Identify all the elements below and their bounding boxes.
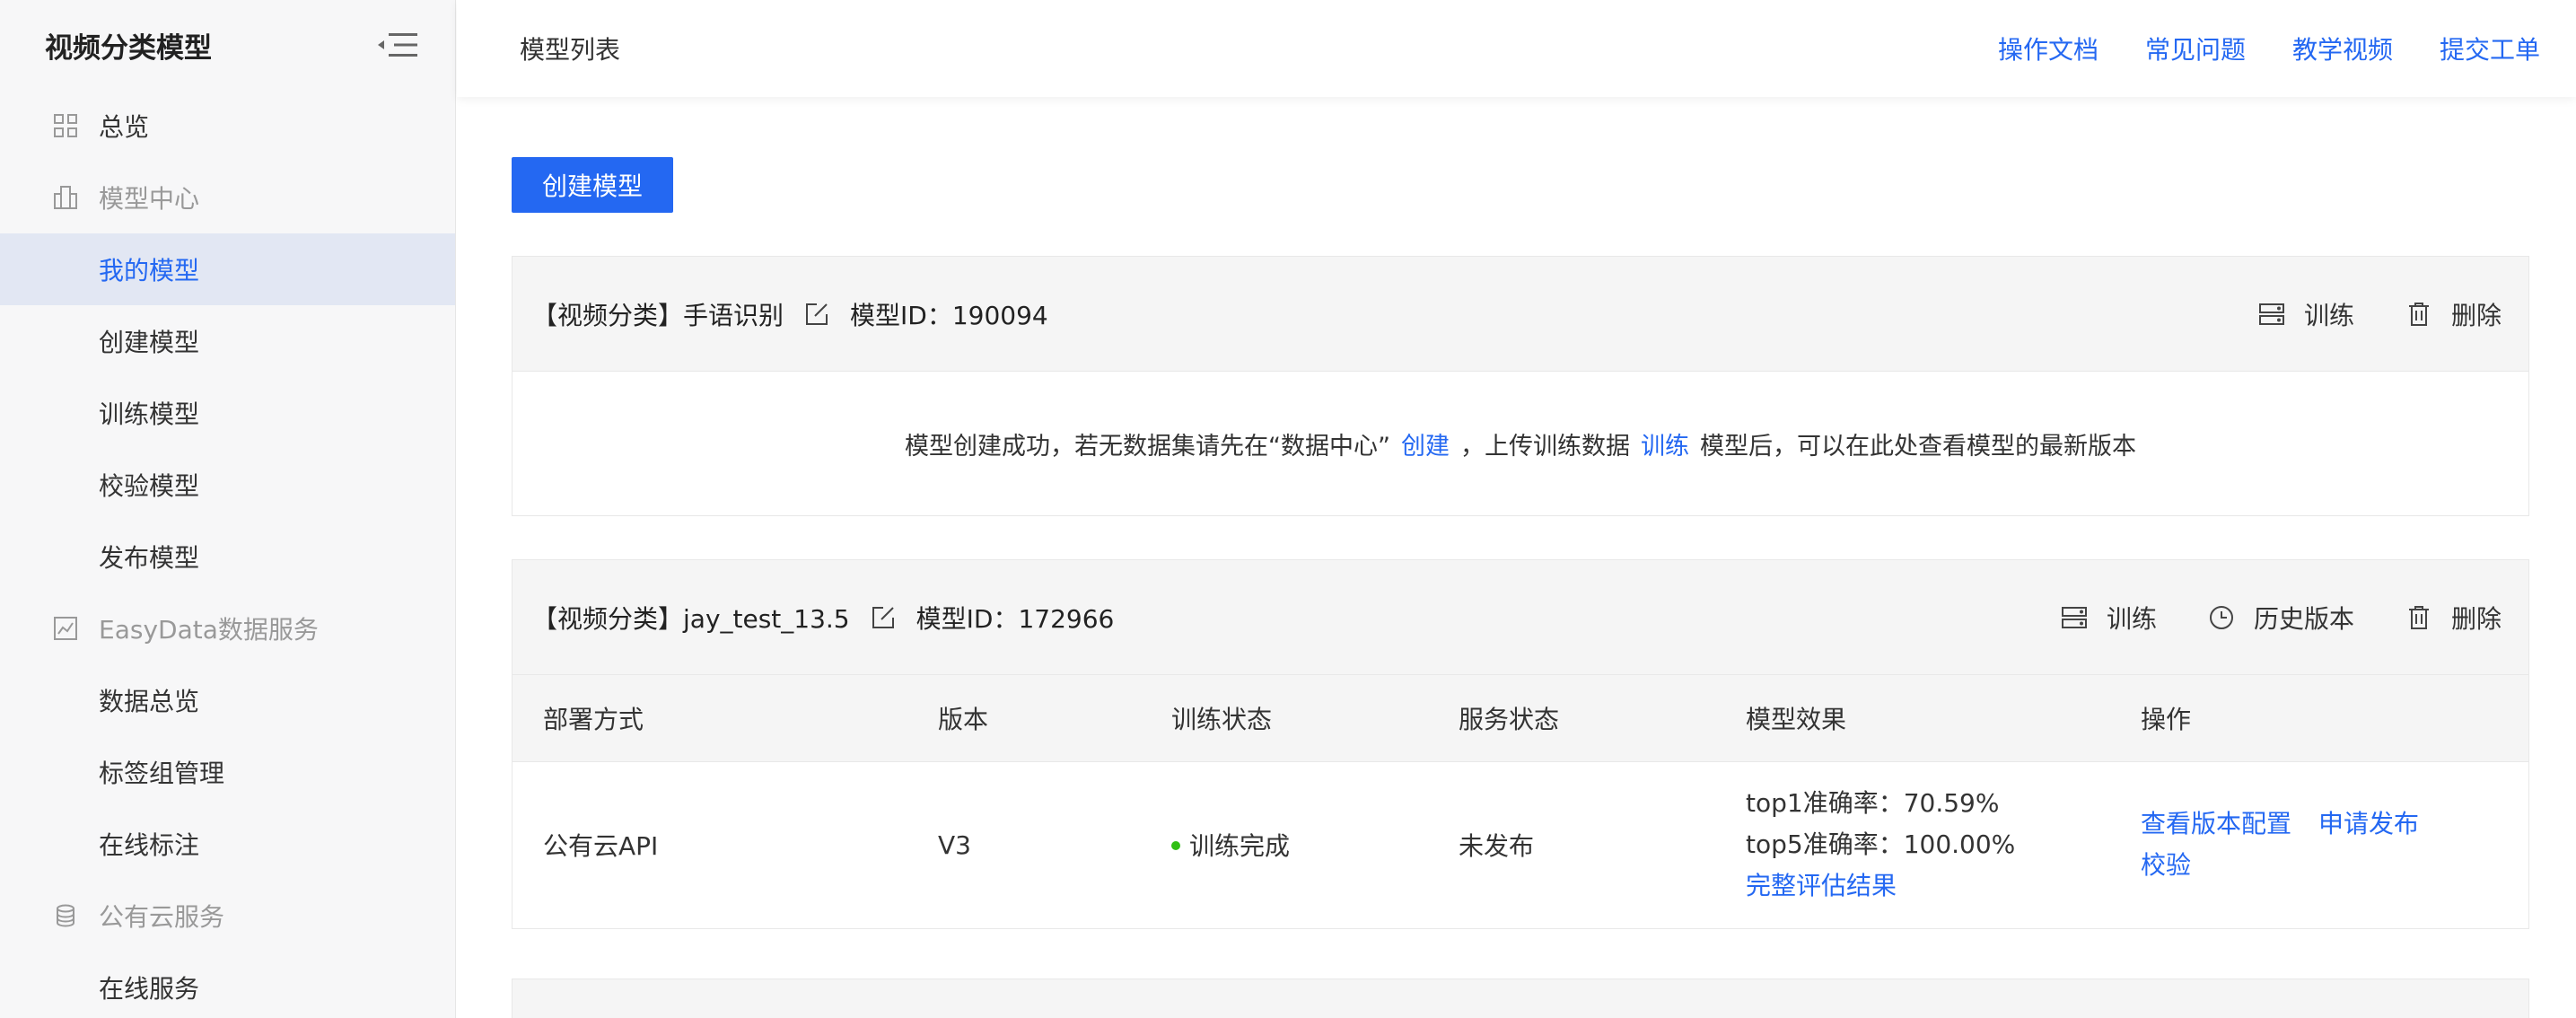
deploy-cell: 公有云API	[513, 760, 907, 928]
tutorial-video-link[interactable]: 教学视频	[2292, 31, 2393, 66]
train-label: 训练	[2106, 603, 2157, 634]
sidebar-item-overview[interactable]: 总览	[0, 90, 455, 162]
empty-version-message: 模型创建成功，若无数据集请先在“数据中心” 创建 ，上传训练数据 训练 模型后，…	[513, 372, 2528, 515]
sidebar-group-label: 模型中心	[99, 184, 200, 214]
sidebar-item-data-overview[interactable]: 数据总览	[0, 664, 455, 736]
train-model-link[interactable]: 训练	[1641, 426, 1689, 461]
chart-icon	[52, 615, 79, 642]
validate-link[interactable]: 校验	[2141, 850, 2191, 880]
train-button[interactable]: 训练	[2257, 296, 2354, 332]
col-deploy: 部署方式	[513, 675, 907, 761]
history-label: 历史版本	[2253, 603, 2354, 634]
sidebar-item-label: 总览	[99, 112, 150, 142]
sidebar-group-model-center: 模型中心	[0, 162, 455, 233]
model-id: 模型ID：190094	[850, 300, 1048, 330]
col-train-status: 训练状态	[1141, 675, 1428, 761]
faq-link[interactable]: 常见问题	[2145, 31, 2246, 66]
model-card-header: 【视频分类】手语识别 模型ID：190094 训练 删除	[513, 257, 2528, 372]
collapse-sidebar-icon[interactable]	[378, 30, 419, 60]
sidebar-item-tag-groups[interactable]: 标签组管理	[0, 736, 455, 808]
sidebar-item-train-model[interactable]: 训练模型	[0, 377, 455, 449]
full-eval-link[interactable]: 完整评估结果	[1746, 865, 2110, 907]
grid-icon	[52, 112, 79, 139]
message-text: 模型创建成功，若无数据集请先在“数据中心”	[905, 432, 1390, 461]
version-cell: V3	[907, 760, 1141, 928]
train-status-cell: 训练完成	[1141, 760, 1428, 928]
edit-icon[interactable]	[870, 604, 897, 631]
table-row: 公有云API V3 训练完成 未发布 top1准确率：70.59% top5准确…	[513, 760, 2528, 928]
col-model-effect: 模型效果	[1715, 675, 2110, 761]
table-header-row: 部署方式 版本 训练状态 服务状态 模型效果 操作	[513, 675, 2528, 761]
sidebar-item-validate-model[interactable]: 校验模型	[0, 449, 455, 521]
model-card-header: 【视频分类】jay_test_13.5 模型ID：172966 训练 历史版本 …	[513, 560, 2528, 675]
breadcrumb: 模型列表	[520, 35, 621, 65]
create-dataset-link[interactable]: 创建	[1401, 426, 1450, 461]
server-icon	[2257, 300, 2286, 329]
col-operations: 操作	[2110, 675, 2528, 761]
status-dot	[1171, 841, 1180, 851]
col-service-status: 服务状态	[1428, 675, 1715, 761]
model-title: 【视频分类】手语识别	[532, 300, 784, 330]
main-content: 创建模型 【视频分类】手语识别 模型ID：190094 训练 删除 模型创建成功…	[512, 157, 2529, 929]
operations-cell: 查看版本配置 申请发布 校验	[2110, 760, 2528, 928]
sidebar-item-publish-model[interactable]: 发布模型	[0, 521, 455, 592]
sidebar-group-label: 公有云服务	[99, 902, 225, 932]
sidebar-item-online-labeling[interactable]: 在线标注	[0, 808, 455, 880]
sidebar-group-label: EasyData数据服务	[99, 615, 319, 645]
version-table: 部署方式 版本 训练状态 服务状态 模型效果 操作 公有云API V3 训练完成…	[513, 675, 2528, 928]
header-links: 操作文档 常见问题 教学视频 提交工单	[1998, 31, 2540, 66]
message-text: ，上传训练数据	[1459, 432, 1630, 461]
sidebar: 视频分类模型 总览 模型中心 我的模型 创建模型 训练模型 校验模型 发布模型 …	[0, 0, 456, 1018]
submit-ticket-link[interactable]: 提交工单	[2440, 31, 2540, 66]
trash-icon	[2405, 300, 2433, 329]
apply-publish-link[interactable]: 申请发布	[2318, 809, 2419, 838]
train-status-text: 训练完成	[1189, 831, 1291, 862]
app-title: 视频分类模型	[45, 31, 212, 65]
top1-accuracy: top1准确率：70.59%	[1746, 788, 2000, 819]
model-card-partial	[512, 979, 2529, 1018]
delete-label: 删除	[2450, 603, 2502, 634]
server-icon	[2060, 603, 2089, 632]
building-icon	[52, 184, 79, 211]
view-version-config-link[interactable]: 查看版本配置	[2141, 809, 2291, 838]
sidebar-header: 视频分类模型	[0, 0, 455, 90]
delete-label: 删除	[2450, 300, 2502, 330]
sidebar-group-public-cloud: 公有云服务	[0, 880, 455, 952]
sidebar-item-my-models[interactable]: 我的模型	[0, 233, 455, 305]
model-title: 【视频分类】jay_test_13.5	[532, 603, 850, 634]
message-text: 模型后，可以在此处查看模型的最新版本	[1699, 432, 2136, 461]
docs-link[interactable]: 操作文档	[1998, 31, 2098, 66]
service-status-cell: 未发布	[1428, 760, 1715, 928]
history-versions-button[interactable]: 历史版本	[2207, 600, 2354, 636]
model-effect-cell: top1准确率：70.59% top5准确率：100.00% 完整评估结果	[1715, 760, 2110, 928]
delete-button[interactable]: 删除	[2405, 600, 2502, 636]
col-version: 版本	[907, 675, 1141, 761]
clock-icon	[2207, 603, 2236, 632]
model-id: 模型ID：172966	[916, 603, 1115, 634]
edit-icon[interactable]	[803, 301, 830, 328]
top5-accuracy: top5准确率：100.00%	[1746, 829, 2016, 860]
create-model-button[interactable]: 创建模型	[512, 157, 673, 213]
database-icon	[52, 902, 79, 929]
model-card: 【视频分类】手语识别 模型ID：190094 训练 删除 模型创建成功，若无数据…	[512, 256, 2529, 516]
sidebar-item-online-service[interactable]: 在线服务	[0, 952, 455, 1018]
sidebar-group-easydata: EasyData数据服务	[0, 592, 455, 664]
model-card: 【视频分类】jay_test_13.5 模型ID：172966 训练 历史版本 …	[512, 559, 2529, 929]
sidebar-item-create-model[interactable]: 创建模型	[0, 305, 455, 377]
top-header: 模型列表 操作文档 常见问题 教学视频 提交工单	[457, 0, 2576, 97]
delete-button[interactable]: 删除	[2405, 296, 2502, 332]
train-button[interactable]: 训练	[2060, 600, 2157, 636]
trash-icon	[2405, 603, 2433, 632]
train-label: 训练	[2303, 300, 2354, 330]
